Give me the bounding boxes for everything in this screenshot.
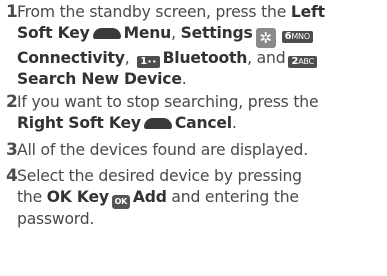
- ok-key-icon: OK: [111, 195, 130, 209]
- step-1-line-1: From the standby screen, press the Left: [17, 3, 325, 21]
- step-3: 3 All of the devices found are displayed…: [6, 140, 308, 161]
- step-1-line-3: Connectivity, 1∙∙ Bluetooth, and 2ABC: [17, 48, 325, 69]
- step-1-line-4: Search New Device.: [17, 70, 187, 88]
- step-number: 2: [6, 92, 18, 112]
- step-4-line-3: password.: [17, 210, 95, 228]
- settings-gear-icon: ✲: [255, 28, 276, 48]
- step-number: 3: [6, 140, 18, 160]
- step-1-line-2: Soft Key Menu, Settings ✲ 6MNO: [17, 23, 325, 48]
- step-number: 1: [6, 2, 18, 22]
- step-2-line-1: If you want to stop searching, press the: [17, 93, 319, 111]
- step-4: 4 Select the desired device by pressing …: [6, 166, 302, 230]
- step-4-line-2: the OK Key OK Add and entering the: [17, 187, 302, 209]
- key-1-icon: 1∙∙: [137, 56, 160, 68]
- step-4-line-1: Select the desired device by pressing: [17, 167, 302, 185]
- right-soft-key-icon: [143, 118, 172, 129]
- step-1: 1 From the standby screen, press the Lef…: [6, 2, 325, 90]
- key-6-icon: 6MNO: [281, 31, 313, 43]
- left-soft-key-icon: [92, 28, 121, 39]
- step-2-line-2: Right Soft Key Cancel.: [17, 114, 237, 132]
- step-3-line-1: All of the devices found are displayed.: [17, 141, 308, 159]
- step-2: 2 If you want to stop searching, press t…: [6, 92, 319, 134]
- instruction-page: 1 From the standby screen, press the Lef…: [0, 0, 387, 276]
- key-2-icon: 2ABC: [288, 56, 318, 68]
- step-number: 4: [6, 166, 18, 186]
